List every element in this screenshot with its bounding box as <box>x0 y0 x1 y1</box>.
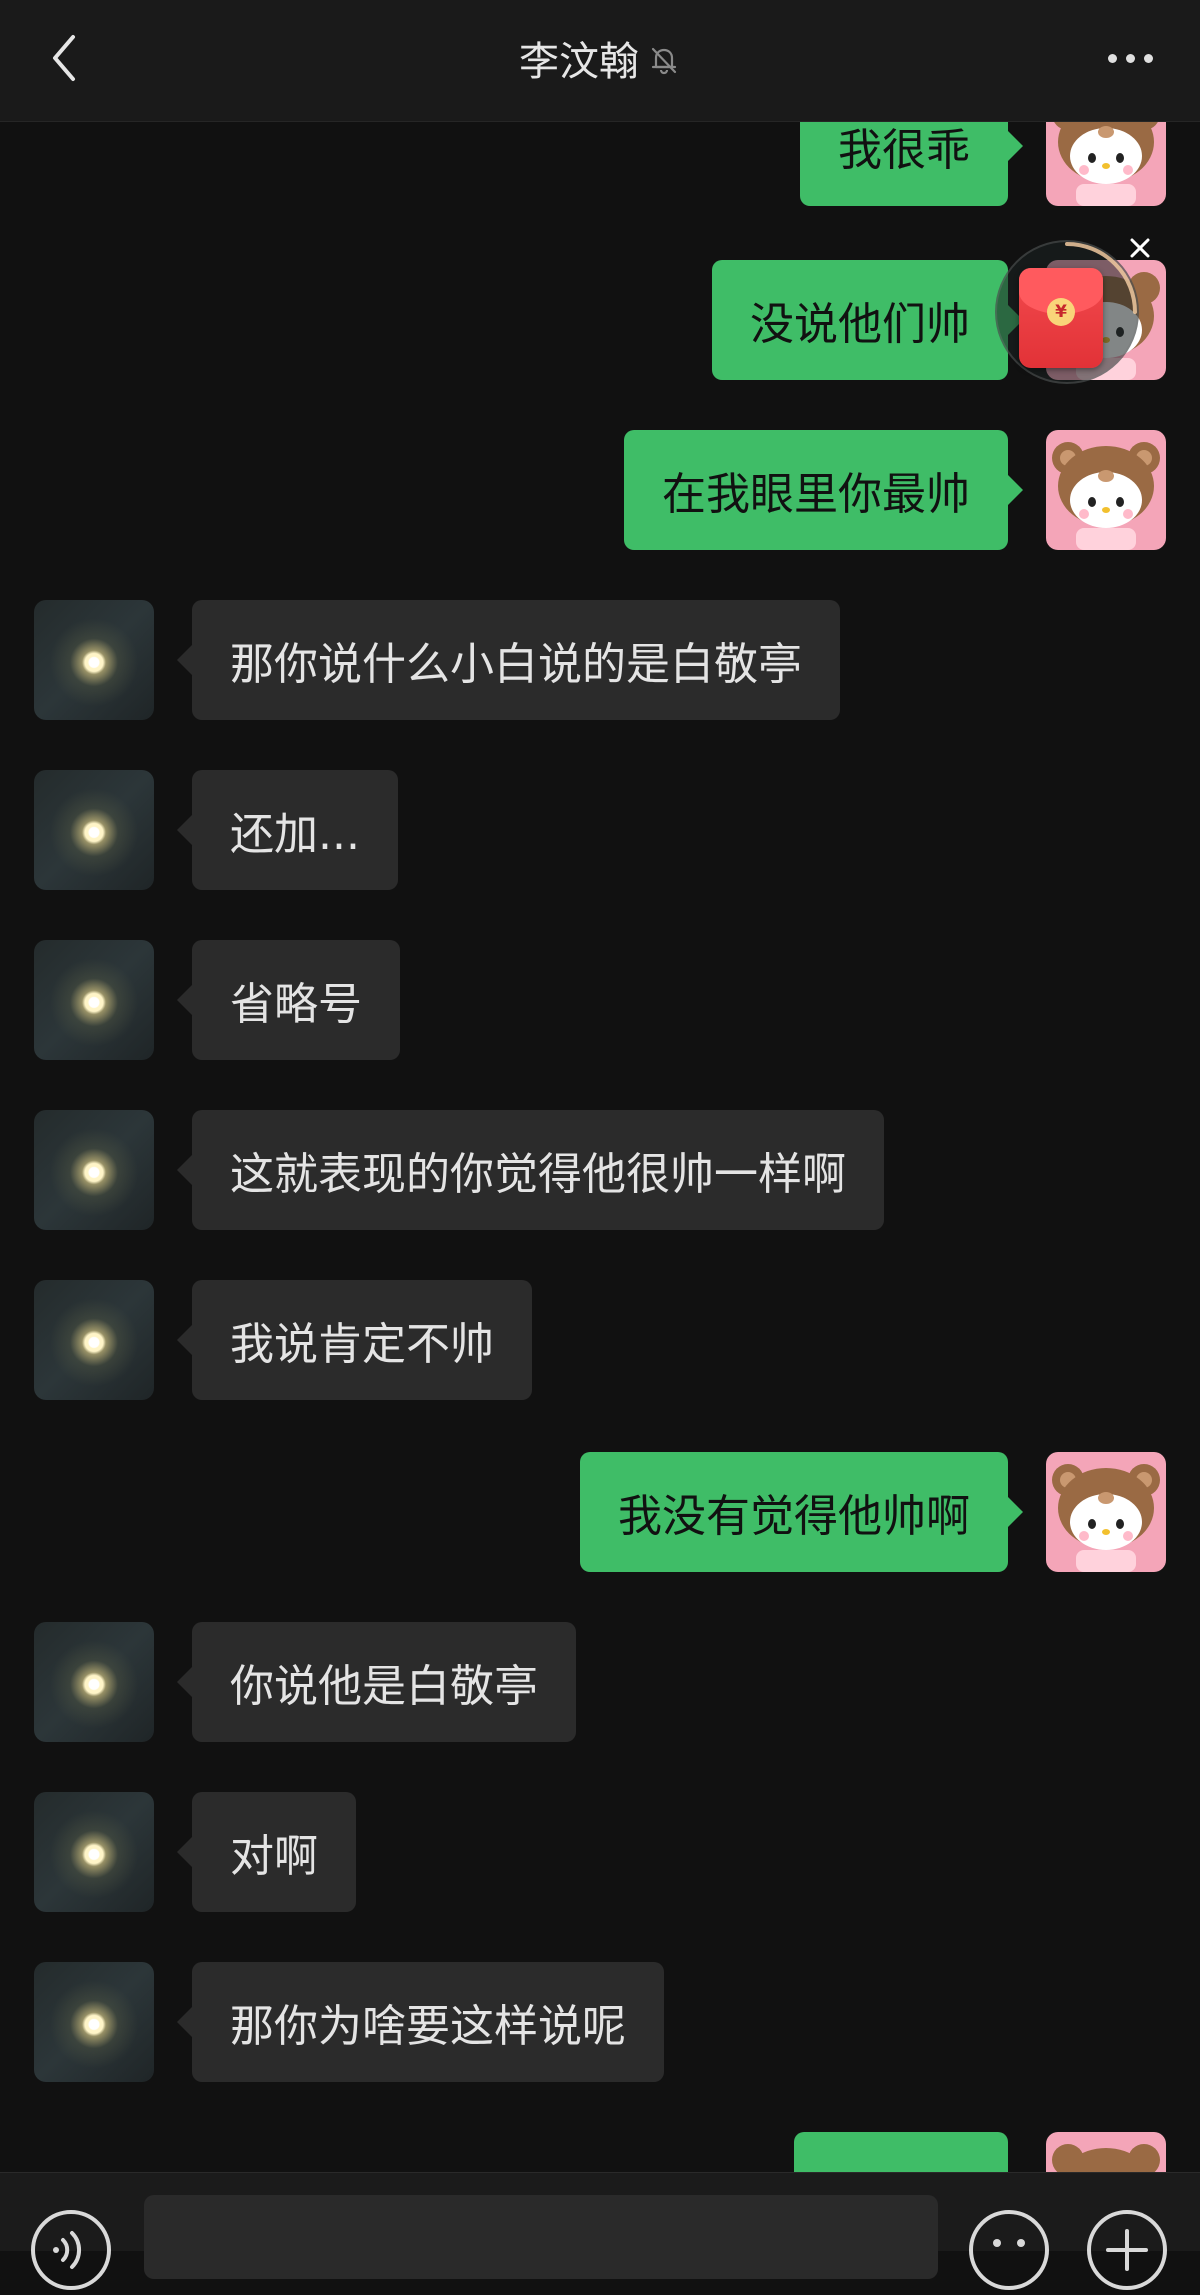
red-packet-icon[interactable]: ¥ <box>1019 268 1103 368</box>
message-row: 这就表现的你觉得他很帅一样啊 <box>0 1110 1200 1230</box>
message-row: 我没有觉得他帅啊 <box>0 1452 1200 1572</box>
voice-icon <box>31 2210 111 2290</box>
message-bubble[interactable]: 没说他们帅 <box>712 260 1023 380</box>
title-area: 李汶翰 <box>0 28 1200 88</box>
hello-kitty-bear-avatar-icon <box>1046 430 1166 550</box>
hello-kitty-bear-avatar-icon <box>1046 2132 1166 2172</box>
message-row: 对啊 <box>0 1792 1200 1912</box>
more-dot <box>1143 53 1153 63</box>
message-bubble[interactable]: 省略号 <box>177 940 400 1060</box>
message-row: 你说他是白敬亭 <box>0 1622 1200 1742</box>
message-bubble[interactable]: 我没有觉得他帅啊 <box>580 1452 1023 1572</box>
emoji-icon <box>969 2210 1049 2290</box>
more-options-button[interactable] <box>1090 32 1170 84</box>
close-icon[interactable] <box>1126 234 1154 262</box>
message-row: 那你为啥要这样说呢 <box>0 1962 1200 2082</box>
message-bubble[interactable]: 在我眼里你最帅 <box>624 430 1023 550</box>
message-row: 还加... <box>0 770 1200 890</box>
contact-avatar[interactable] <box>34 770 154 890</box>
coin-icon: ¥ <box>1047 298 1075 326</box>
message-row: 省略号 <box>0 940 1200 1060</box>
hello-kitty-bear-avatar-icon <box>1046 1452 1166 1572</box>
chat-title: 李汶翰 <box>519 39 639 85</box>
message-row <box>0 2132 1200 2172</box>
emoji-button[interactable] <box>968 2209 1050 2291</box>
user-avatar[interactable] <box>1046 430 1166 550</box>
message-bubble[interactable]: 那你说什么小白说的是白敬亭 <box>177 600 840 720</box>
input-bar <box>0 2172 1200 2290</box>
voice-button[interactable] <box>30 2209 112 2291</box>
message-row: 在我眼里你最帅 <box>0 430 1200 550</box>
message-bubble[interactable]: 还加... <box>177 770 398 890</box>
user-avatar[interactable] <box>1046 2132 1166 2172</box>
message-bubble[interactable]: 我很乖 <box>800 122 1023 206</box>
plus-icon <box>1087 2210 1167 2290</box>
more-dots-icon <box>1107 53 1117 63</box>
more-dot <box>1125 53 1135 63</box>
message-row: 那你说什么小白说的是白敬亭 <box>0 600 1200 720</box>
contact-avatar[interactable] <box>34 600 154 720</box>
hello-kitty-bear-avatar-icon <box>1046 122 1166 206</box>
message-bubble[interactable]: 这就表现的你觉得他很帅一样啊 <box>177 1110 884 1230</box>
message-bubble[interactable]: 那你为啥要这样说呢 <box>177 1962 664 2082</box>
contact-avatar[interactable] <box>34 1622 154 1742</box>
red-packet-float[interactable]: ¥ <box>995 238 1150 400</box>
contact-avatar[interactable] <box>34 1110 154 1230</box>
message-list[interactable]: 我很乖 没说他们帅 在我眼里你最帅 那你说什么小白说的是白敬亭 还加... 省略… <box>0 122 1200 2172</box>
message-input[interactable] <box>144 2195 938 2279</box>
contact-avatar[interactable] <box>34 940 154 1060</box>
bell-off-icon <box>647 43 681 77</box>
message-row: 我很乖 <box>0 122 1200 206</box>
user-avatar[interactable] <box>1046 122 1166 206</box>
plus-button[interactable] <box>1086 2209 1168 2291</box>
message-bubble[interactable] <box>794 2132 1008 2172</box>
user-avatar[interactable] <box>1046 1452 1166 1572</box>
message-bubble[interactable]: 对啊 <box>177 1792 356 1912</box>
contact-avatar[interactable] <box>34 1962 154 2082</box>
message-bubble[interactable]: 我说肯定不帅 <box>177 1280 532 1400</box>
contact-avatar[interactable] <box>34 1792 154 1912</box>
message-bubble[interactable]: 你说他是白敬亭 <box>177 1622 576 1742</box>
message-row: 我说肯定不帅 <box>0 1280 1200 1400</box>
chat-header: 李汶翰 <box>0 0 1200 122</box>
contact-avatar[interactable] <box>34 1280 154 1400</box>
